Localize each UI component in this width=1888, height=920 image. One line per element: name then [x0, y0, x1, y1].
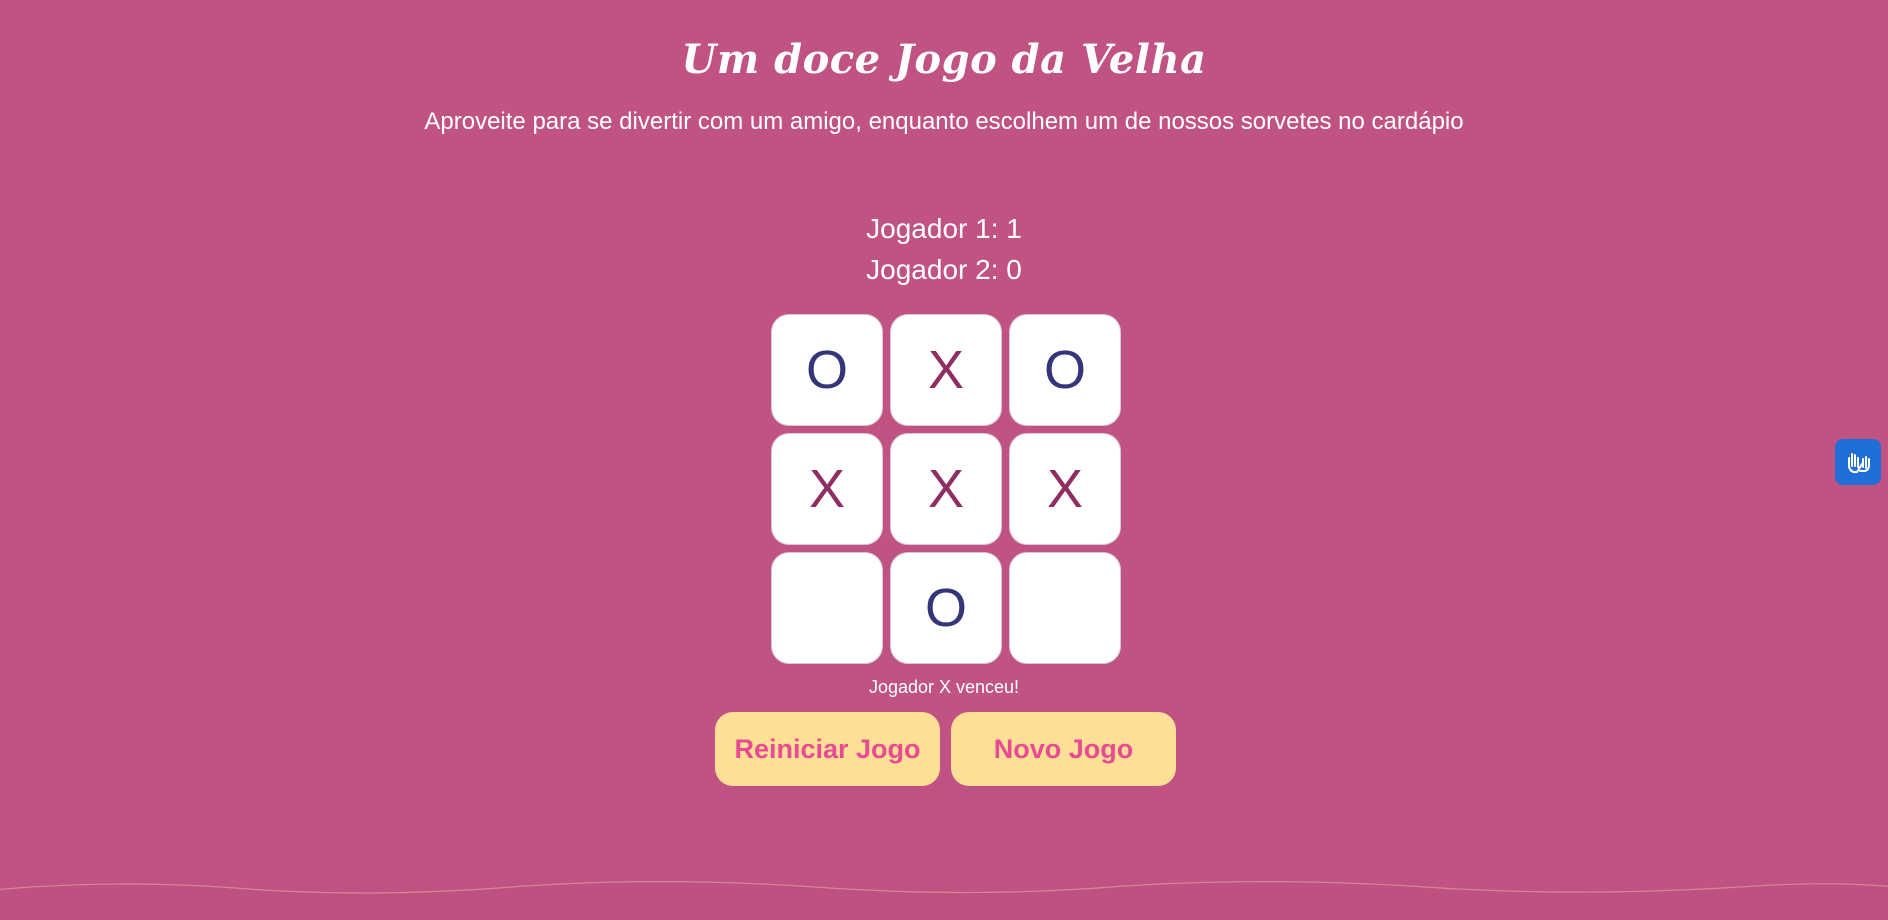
- decorative-wave: [0, 880, 1888, 920]
- page-subtitle: Aproveite para se divertir com um amigo,…: [424, 108, 1464, 135]
- board-cell-2[interactable]: X: [890, 314, 1002, 426]
- board-cell-3[interactable]: O: [1009, 314, 1121, 426]
- new-game-button[interactable]: Novo Jogo: [951, 712, 1176, 786]
- accessibility-button[interactable]: [1835, 439, 1881, 485]
- board-cell-8[interactable]: O: [890, 552, 1002, 664]
- game-page: Um doce Jogo da Velha Aproveite para se …: [0, 0, 1888, 920]
- board-cell-6[interactable]: X: [1009, 433, 1121, 545]
- sign-language-hands-icon: [1848, 453, 1870, 474]
- game-status: Jogador X venceu!: [868, 677, 1020, 697]
- board-cell-1[interactable]: O: [771, 314, 883, 426]
- score-player-1: Jogador 1: 1: [866, 213, 1022, 244]
- score-player-2: Jogador 2: 0: [866, 254, 1022, 285]
- page-title: Um doce Jogo da Velha: [681, 36, 1207, 83]
- board-cell-5[interactable]: X: [890, 433, 1002, 545]
- reset-game-button[interactable]: Reiniciar Jogo: [715, 712, 940, 786]
- tic-tac-toe-board: O X O X X X O: [771, 314, 1121, 664]
- board-cell-4[interactable]: X: [771, 433, 883, 545]
- board-cell-9[interactable]: [1009, 552, 1121, 664]
- board-cell-7[interactable]: [771, 552, 883, 664]
- game-controls: Reiniciar Jogo Novo Jogo: [715, 712, 1177, 786]
